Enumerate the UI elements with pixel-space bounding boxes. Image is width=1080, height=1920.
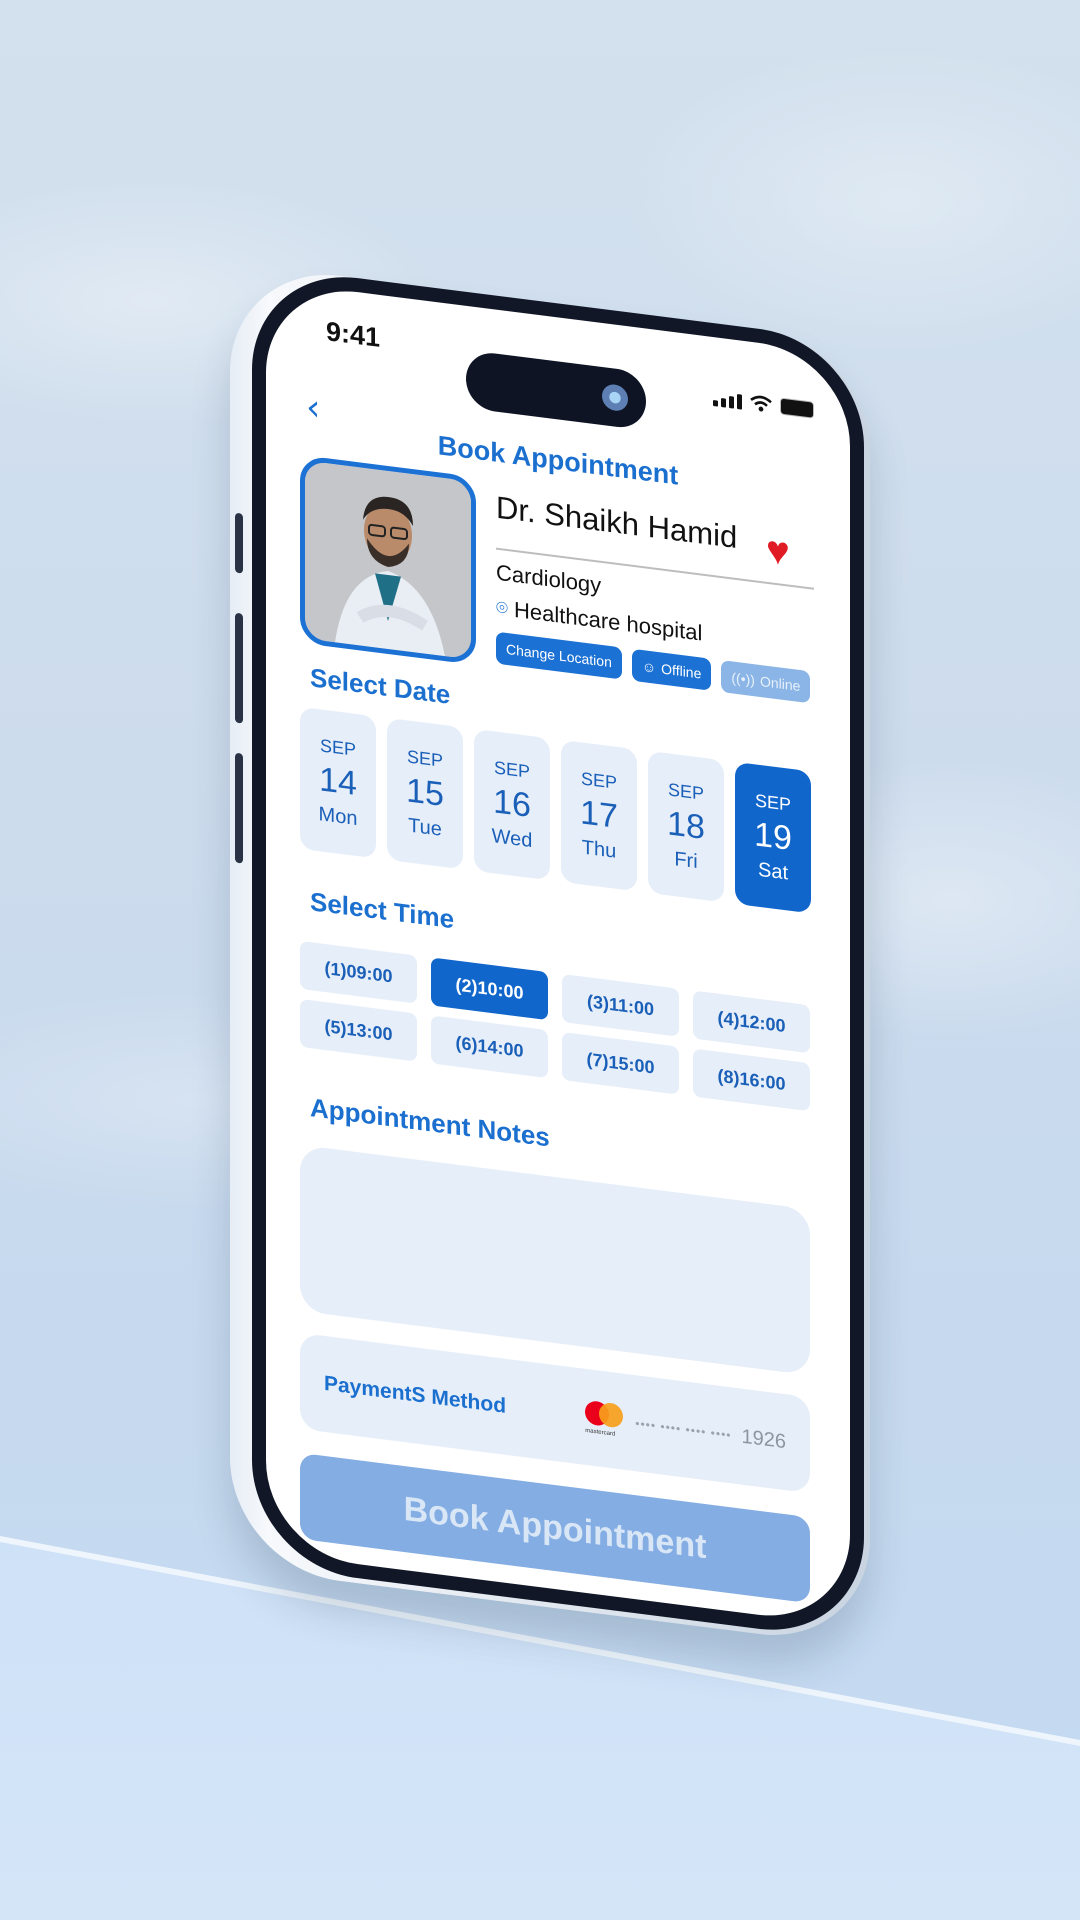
date-month: SEP — [667, 778, 705, 804]
online-toggle[interactable]: ((•)) Online — [721, 660, 811, 704]
wifi-icon — [750, 395, 772, 412]
change-location-button[interactable]: Change Location — [496, 631, 622, 680]
card-last4: 1926 — [741, 1425, 787, 1453]
time-slot[interactable]: (6)14:00 — [431, 1015, 548, 1079]
appointment-notes-input[interactable] — [300, 1144, 810, 1376]
doctor-name: Dr. Shaikh Hamid — [496, 489, 738, 556]
date-day: 16 — [493, 781, 531, 825]
offline-toggle[interactable]: ☺ Offline — [631, 648, 712, 691]
dynamic-island — [466, 349, 646, 431]
date-weekday: Mon — [318, 802, 358, 830]
doctor-specialty: Cardiology — [496, 559, 602, 598]
time-slot[interactable]: (7)15:00 — [562, 1031, 679, 1095]
date-day: 17 — [580, 792, 618, 836]
broadcast-icon: ((•)) — [731, 669, 755, 689]
chip-label: Offline — [661, 660, 702, 682]
date-month: SEP — [319, 734, 357, 760]
date-day: 14 — [319, 759, 357, 803]
card-masked-digits: •••• •••• •••• •••• — [635, 1416, 732, 1443]
date-day: 18 — [667, 803, 705, 847]
date-weekday: Sat — [757, 858, 789, 884]
date-card-selected[interactable]: SEP 19 Sat — [735, 761, 811, 914]
volume-up-button — [235, 612, 243, 724]
select-date-title: Select Date — [310, 662, 451, 710]
select-time-title: Select Time — [310, 886, 455, 935]
date-day: 15 — [406, 770, 444, 814]
time-slot[interactable]: (8)16:00 — [693, 1048, 810, 1112]
date-month: SEP — [493, 756, 531, 782]
appointment-notes-title: Appointment Notes — [310, 1092, 550, 1153]
mastercard-icon: mastercard — [585, 1399, 625, 1439]
chip-label: Change Location — [506, 640, 612, 671]
date-weekday: Thu — [581, 835, 617, 863]
date-card[interactable]: SEP 15 Tue — [387, 717, 463, 870]
doctor-photo — [305, 460, 471, 660]
date-weekday: Wed — [491, 824, 533, 852]
date-month: SEP — [406, 745, 444, 771]
time-slot[interactable]: (5)13:00 — [300, 998, 417, 1062]
date-weekday: Tue — [408, 814, 442, 841]
location-pin-icon: ⌾ — [496, 596, 508, 620]
status-time: 9:41 — [326, 316, 381, 353]
time-slot[interactable]: (1)09:00 — [300, 940, 417, 1004]
status-icons — [713, 389, 814, 419]
camera-icon — [602, 382, 628, 413]
time-slot[interactable]: (3)11:00 — [562, 973, 679, 1037]
date-card[interactable]: SEP 18 Fri — [648, 750, 724, 903]
date-day: 19 — [754, 814, 792, 858]
app-screen: 9:41 ‹ Book Appointment Dr. Shaikh Hamid… — [266, 280, 850, 1627]
battery-icon — [780, 397, 814, 419]
time-slot[interactable]: (4)12:00 — [693, 990, 810, 1054]
date-card[interactable]: SEP 14 Mon — [300, 706, 376, 859]
payment-method-label: PaymentS Method — [324, 1371, 507, 1418]
date-card[interactable]: SEP 17 Thu — [561, 739, 637, 892]
date-picker: SEP 14 Mon SEP 15 Tue SEP 16 Wed SEP 17 … — [300, 706, 811, 914]
doctor-chips: Change Location ☺ Offline ((•)) Online — [496, 631, 811, 704]
favorite-heart-icon[interactable]: ♥ — [766, 528, 790, 575]
phone-mockup: 9:41 ‹ Book Appointment Dr. Shaikh Hamid… — [230, 262, 870, 1743]
date-month: SEP — [754, 789, 792, 815]
doctor-avatar — [300, 454, 476, 666]
date-card[interactable]: SEP 16 Wed — [474, 728, 550, 881]
volume-down-button — [235, 752, 243, 864]
date-weekday: Fri — [674, 847, 698, 873]
person-icon: ☺ — [641, 658, 657, 676]
chip-label: Online — [759, 672, 801, 695]
time-slot-selected[interactable]: (2)10:00 — [431, 957, 548, 1021]
payment-card: mastercard •••• •••• •••• •••• 1926 — [585, 1399, 787, 1459]
date-month: SEP — [580, 767, 618, 793]
time-slots: (1)09:00 (2)10:00 (3)11:00 (4)12:00 (5)1… — [300, 940, 810, 1112]
action-button — [235, 512, 243, 574]
cellular-signal-icon — [713, 391, 742, 410]
